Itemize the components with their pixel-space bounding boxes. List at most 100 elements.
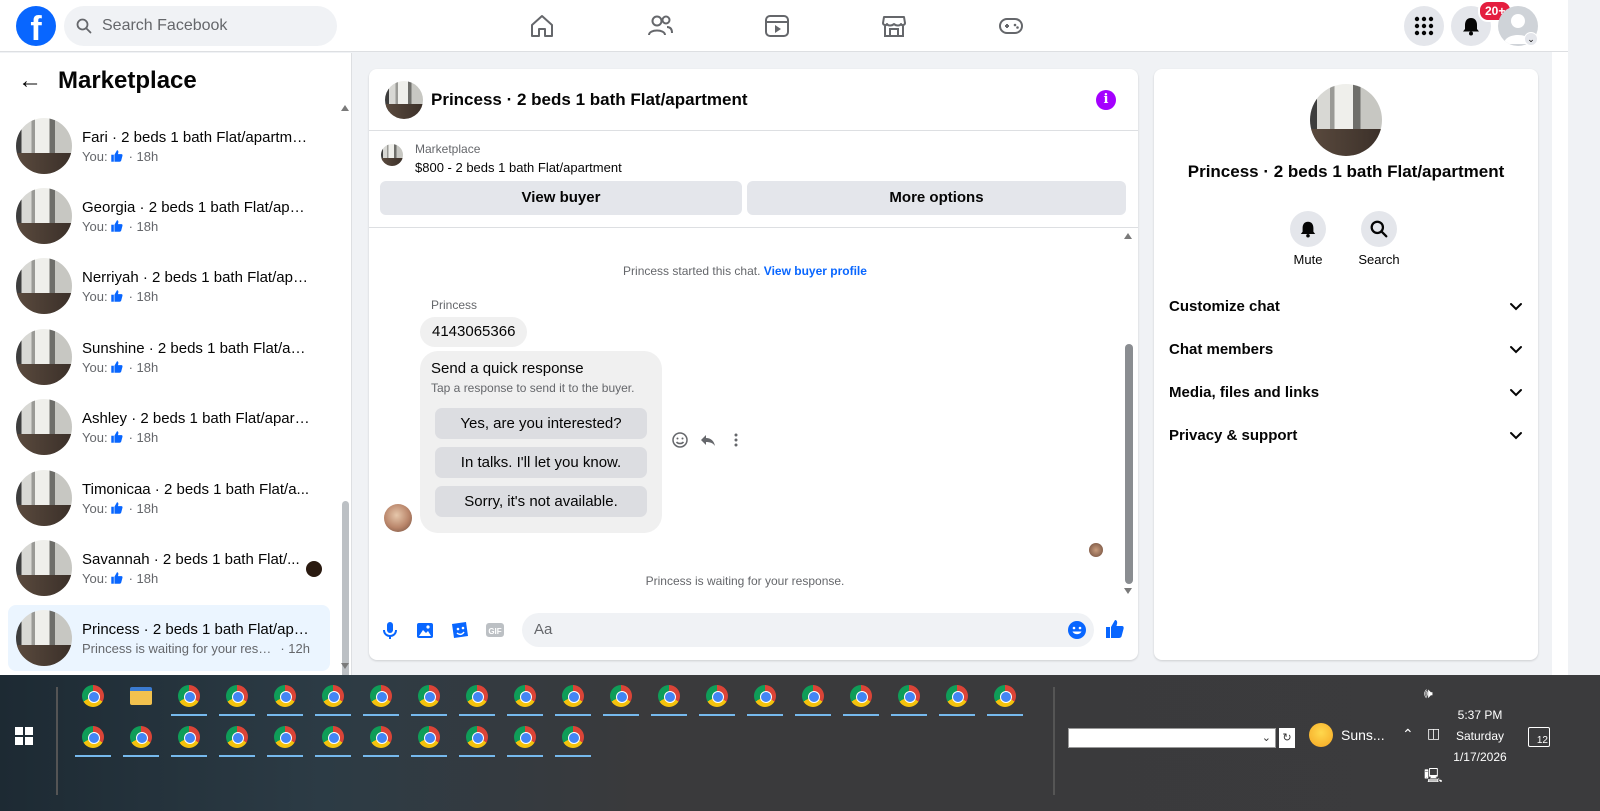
info-listing-avatar[interactable] [1310, 84, 1382, 156]
listing-price-title[interactable]: $800 - 2 beds 1 bath Flat/apartment [415, 160, 622, 175]
account-chevron-icon[interactable]: ⌄ [1524, 32, 1538, 46]
photo-icon[interactable] [414, 619, 436, 641]
conversation-row[interactable]: Ashley · 2 beds 1 bath Flat/apart... You:… [8, 394, 330, 460]
chrome-taskbar-button[interactable] [507, 680, 543, 716]
network-icon[interactable]: 🖳 [1424, 765, 1443, 789]
chat-listing-thumbnail[interactable] [385, 80, 423, 119]
sidebar-title: Marketplace [58, 67, 197, 94]
info-section-row[interactable]: Privacy & support [1169, 420, 1523, 450]
chrome-taskbar-button[interactable] [747, 680, 783, 716]
sidebar-scroll-down-icon[interactable] [341, 663, 349, 669]
windows-start-icon[interactable] [15, 727, 33, 745]
marketplace-icon[interactable] [880, 12, 908, 40]
file-explorer-taskbar-button[interactable] [123, 680, 159, 712]
chrome-taskbar-button[interactable] [507, 721, 543, 757]
chrome-taskbar-button[interactable] [363, 721, 399, 757]
back-arrow-icon[interactable]: ← [18, 67, 42, 95]
conversation-text: Sunshine · 2 beds 1 bath Flat/ap... You: ·… [82, 340, 310, 375]
quick-response-button[interactable]: In talks. I'll let you know. [435, 447, 647, 478]
chrome-taskbar-button[interactable] [411, 721, 447, 757]
conversation-row[interactable]: Fari · 2 beds 1 bath Flat/apartment You: ·… [8, 113, 330, 179]
action-center-icon[interactable]: 12 [1528, 727, 1550, 747]
weather-widget[interactable]: Suns... [1309, 723, 1385, 747]
sticker-icon[interactable] [449, 619, 471, 641]
chrome-taskbar-button[interactable] [267, 680, 303, 716]
video-icon[interactable] [763, 12, 791, 40]
meet-now-icon[interactable]: ◫ [1427, 725, 1440, 742]
quick-response-button[interactable]: Sorry, it's not available. [435, 486, 647, 517]
conversation-row[interactable]: Georgia · 2 beds 1 bath Flat/apa... You: ·… [8, 183, 330, 249]
facebook-logo[interactable]: f [16, 6, 56, 46]
tray-overflow-chevron-icon[interactable]: ⌃ [1402, 726, 1414, 743]
chrome-taskbar-button[interactable] [315, 680, 351, 716]
chrome-taskbar-button[interactable] [459, 680, 495, 716]
page-scrollbar[interactable] [1552, 52, 1568, 675]
gif-icon[interactable]: GIF [484, 619, 506, 641]
search-conversation-button[interactable]: Search [1349, 211, 1409, 267]
chrome-taskbar-button[interactable] [171, 680, 207, 716]
chrome-taskbar-button[interactable] [315, 721, 351, 757]
chrome-taskbar-button[interactable] [987, 680, 1023, 716]
sidebar-scroll-up-icon[interactable] [341, 105, 349, 111]
dropdown-chevron-icon[interactable]: ⌄ [1262, 731, 1271, 744]
chrome-taskbar-button[interactable] [939, 680, 975, 716]
home-icon[interactable] [528, 12, 556, 40]
quick-response-button[interactable]: Yes, are you interested? [435, 408, 647, 439]
chrome-taskbar-button[interactable] [219, 721, 255, 757]
conversation-row[interactable]: Princess · 2 beds 1 bath Flat/apa... Prin… [8, 605, 330, 671]
chrome-taskbar-button[interactable] [363, 680, 399, 716]
reply-icon[interactable] [699, 431, 717, 449]
chat-scrollbar-thumb[interactable] [1125, 344, 1133, 584]
conversation-row[interactable]: Nerriyah · 2 beds 1 bath Flat/apa... You:… [8, 253, 330, 319]
mute-button[interactable]: Mute [1278, 211, 1338, 267]
chrome-taskbar-button[interactable] [75, 721, 111, 757]
conversation-row[interactable]: Timonicaa · 2 beds 1 bath Flat/a... You: ·… [8, 465, 330, 531]
chrome-taskbar-button[interactable] [891, 680, 927, 716]
info-section-row[interactable]: Chat members [1169, 334, 1523, 364]
taskbar-address-input[interactable]: ⌄ [1068, 728, 1276, 748]
chrome-taskbar-button[interactable] [75, 680, 111, 712]
chrome-taskbar-button[interactable] [219, 680, 255, 716]
chrome-taskbar-button[interactable] [123, 721, 159, 757]
chrome-taskbar-button[interactable] [555, 680, 591, 716]
buyer-avatar[interactable] [384, 504, 412, 532]
chrome-taskbar-button[interactable] [603, 680, 639, 716]
chat-scroll-up-icon[interactable] [1124, 233, 1132, 239]
conversation-name: Ashley · 2 beds 1 bath Flat/apart... [82, 409, 310, 427]
info-icon[interactable]: i [1096, 90, 1116, 110]
chrome-taskbar-button[interactable] [795, 680, 831, 716]
more-vertical-icon[interactable] [727, 431, 745, 449]
chrome-taskbar-button[interactable] [171, 721, 207, 757]
conversation-row[interactable]: Sunshine · 2 beds 1 bath Flat/ap... You: ·… [8, 324, 330, 390]
chat-scroll-down-icon[interactable] [1124, 588, 1132, 594]
chrome-taskbar-button[interactable] [699, 680, 735, 716]
menu-button[interactable] [1404, 6, 1444, 46]
system-clock[interactable]: 5:37 PM Saturday 1/17/2026 [1440, 705, 1520, 768]
chrome-taskbar-button[interactable] [843, 680, 879, 716]
chat-title[interactable]: Princess · 2 beds 1 bath Flat/apartment [431, 90, 747, 110]
thumbs-up-icon[interactable] [1104, 618, 1126, 640]
chat-header: Princess · 2 beds 1 bath Flat/apartment … [369, 69, 1138, 131]
search-box[interactable]: Search Facebook [64, 6, 337, 46]
more-options-button[interactable]: More options [747, 181, 1126, 215]
message-input[interactable]: Aa [522, 613, 1094, 647]
react-emoji-icon[interactable] [671, 431, 689, 449]
volume-icon[interactable]: 🕪 [1424, 685, 1433, 702]
view-buyer-profile-link[interactable]: View buyer profile [764, 264, 867, 278]
chrome-taskbar-button[interactable] [555, 721, 591, 757]
refresh-icon[interactable]: ↻ [1279, 728, 1295, 748]
chrome-taskbar-button[interactable] [459, 721, 495, 757]
chrome-taskbar-button[interactable] [651, 680, 687, 716]
microphone-icon[interactable] [379, 619, 401, 641]
info-section-row[interactable]: Media, files and links [1169, 377, 1523, 407]
chrome-taskbar-button[interactable] [411, 680, 447, 716]
friends-icon[interactable] [646, 12, 674, 40]
info-section-row[interactable]: Customize chat [1169, 291, 1523, 321]
conversation-preview: You: · 18h [82, 289, 310, 304]
chrome-taskbar-button[interactable] [267, 721, 303, 757]
emoji-icon[interactable] [1067, 620, 1087, 640]
gaming-icon[interactable] [997, 12, 1025, 40]
view-buyer-button[interactable]: View buyer [380, 181, 742, 215]
conversation-row[interactable]: Savannah · 2 beds 1 bath Flat/... You: · 1… [8, 535, 330, 601]
message-bubble[interactable]: 4143065366 [420, 317, 528, 347]
